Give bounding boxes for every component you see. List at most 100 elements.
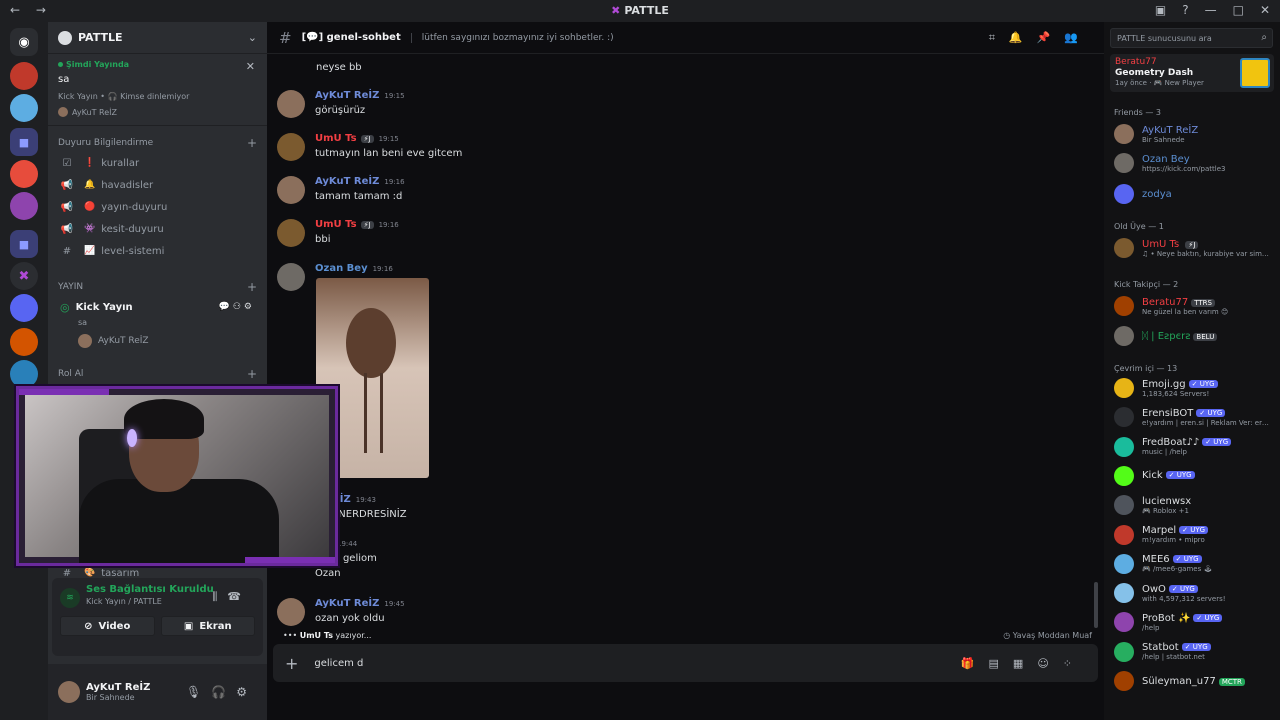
gift-icon[interactable]: 🎁	[961, 657, 989, 670]
server-icon[interactable]	[10, 328, 38, 356]
channel-level-sistemi[interactable]: # 📈 level-sistemi	[48, 240, 267, 262]
live-now-card[interactable]: Şimdi Yayında ✕ sa Kick Yayın • 🎧 Kimse …	[48, 54, 267, 126]
member-name: ProBot ✨ ✓ UYG	[1142, 613, 1270, 624]
channel-kurallar[interactable]: ☑ ❗ kurallar	[48, 152, 267, 174]
live-subtitle: Kick Yayın • 🎧 Kimse dinlemiyor	[58, 92, 190, 101]
server-icon[interactable]	[10, 294, 38, 322]
member-item[interactable]: Emoji.gg ✓ UYG 1,183,624 Servers!	[1114, 378, 1274, 398]
avatar[interactable]	[277, 133, 305, 161]
member-item[interactable]: zodya	[1114, 184, 1274, 204]
microphone-icon[interactable]: 🎙	[186, 685, 211, 699]
member-item[interactable]: Beratu77 TTRS Ne güzel la ben varım 😊	[1114, 296, 1274, 316]
pin-icon[interactable]: 📌	[1037, 31, 1065, 44]
member-category: Old Üye — 1	[1114, 222, 1164, 231]
apps-icon[interactable]: ⁘	[1063, 657, 1086, 670]
message-author[interactable]: AyKuT ReİZ	[315, 176, 379, 187]
category-duyuru[interactable]: Duyuru Bilgilendirme +	[48, 134, 267, 152]
inbox-icon[interactable]: ▣	[1155, 3, 1166, 17]
add-channel-icon[interactable]: +	[247, 280, 257, 294]
message-author[interactable]: Ozan Bey	[315, 263, 368, 274]
avatar[interactable]	[58, 681, 80, 703]
avatar[interactable]	[277, 598, 305, 626]
sticker-icon[interactable]: ▦	[1013, 657, 1037, 670]
message-author[interactable]: UmU Ts	[315, 133, 357, 144]
threads-icon[interactable]: ⌗	[989, 31, 1009, 44]
voice-channel-kick-yayin[interactable]: ◎ Kick Yayın 💬⚇⚙	[48, 296, 267, 318]
member-item[interactable]: ErensiBOT ✓ UYG e!yardım | eren.si | Rekla…	[1114, 407, 1274, 428]
message-input[interactable]: gelicem d	[314, 658, 960, 669]
channel-sidebar: PATTLE ⌄ Şimdi Yayında ✕ sa Kick Yayın •…	[48, 22, 267, 720]
app-badge: ✓ UYG	[1165, 471, 1195, 480]
message-author[interactable]: AyKuT ReİZ	[315, 598, 379, 609]
emoji-icon[interactable]: ☺	[1037, 657, 1062, 670]
avatar	[1114, 436, 1134, 457]
user-panel: AyKuT ReİZ Bir Sahnede 🎙🎧⚙	[48, 664, 267, 720]
channel-topic[interactable]: lütfen saygınızı bozmayınız iyi sohbetle…	[410, 32, 614, 43]
member-item[interactable]: MEE6 ✓ UYG 🎮 /mee6-games 🕹	[1114, 553, 1274, 574]
server-folder-icon[interactable]: ■	[10, 128, 38, 156]
member-item[interactable]: OwO ✓ UYG with 4,597,312 servers!	[1114, 583, 1274, 604]
bell-icon[interactable]: 🔔	[1009, 31, 1037, 44]
member-item[interactable]: Marpel ✓ UYG m!yardım • mipro	[1114, 524, 1274, 545]
server-search[interactable]: PATTLE sunucusunu ara ⌕	[1110, 28, 1273, 48]
avatar[interactable]	[277, 176, 305, 204]
server-header[interactable]: PATTLE ⌄	[48, 22, 267, 54]
activity-card[interactable]: Beratu77 Geometry Dash 1ay önce · 🎮 New …	[1110, 54, 1274, 92]
member-item[interactable]: Ozan Bey https://kick.com/pattle3	[1114, 153, 1274, 173]
server-icon[interactable]	[10, 360, 38, 388]
pattle-server-icon[interactable]: ✖	[10, 262, 38, 290]
member-item[interactable]: Kick ✓ UYG	[1114, 465, 1274, 486]
avatar[interactable]	[277, 219, 305, 247]
avatar[interactable]	[277, 263, 305, 291]
live-dot-icon	[58, 62, 63, 67]
gif-icon[interactable]: ▤	[989, 657, 1013, 670]
category-yayin[interactable]: YAYIN +	[48, 278, 267, 296]
channel-havadisler[interactable]: 📢 🔔 havadisler	[48, 174, 267, 196]
attach-plus-icon[interactable]: +	[285, 654, 298, 673]
avatar[interactable]	[277, 90, 305, 118]
member-item[interactable]: ProBot ✨ ✓ UYG/help	[1114, 612, 1274, 633]
headphones-icon[interactable]: 🎧	[211, 685, 236, 699]
close-icon[interactable]: ✕	[246, 60, 255, 73]
channel-yayin-duyuru[interactable]: 📢 🔴 yayın-duyuru	[48, 196, 267, 218]
gear-icon[interactable]: ⚙	[236, 685, 257, 699]
member-item[interactable]: AyKuT ReİZ Bir Sahnede	[1114, 124, 1274, 144]
member-item[interactable]: FredBoat♪♪ ✓ UYG music | /help	[1114, 436, 1274, 457]
member-item[interactable]: lucienwsx 🎮 Roblox +1	[1114, 495, 1274, 516]
discord-home-button[interactable]: ◉	[10, 28, 38, 56]
server-icon[interactable]	[10, 94, 38, 122]
disconnect-icon[interactable]: ☎	[227, 590, 251, 603]
video-button[interactable]: ⊘ Video	[60, 616, 155, 636]
message-author[interactable]: AyKuT ReİZ	[315, 90, 379, 101]
message-author[interactable]: UmU Ts	[315, 219, 357, 230]
members-icon[interactable]: 👥	[1064, 31, 1092, 44]
search-icon[interactable]: ⌕	[1261, 32, 1267, 43]
pattle-logo-icon: ✖	[611, 4, 621, 17]
minimize-button[interactable]: —	[1205, 3, 1217, 17]
add-channel-icon[interactable]: +	[247, 136, 257, 150]
signal-icon[interactable]: ≋	[60, 588, 80, 608]
chevron-down-icon[interactable]: ⌄	[248, 31, 257, 44]
close-button[interactable]: ✕	[1260, 3, 1270, 17]
voice-channel-actions[interactable]: 💬⚇⚙	[219, 302, 255, 312]
scrollbar[interactable]	[1094, 582, 1098, 628]
screen-share-button[interactable]: ▣ Ekran	[160, 616, 255, 636]
user-name[interactable]: AyKuT ReİZ	[86, 682, 150, 693]
help-icon[interactable]: ?	[1182, 3, 1188, 17]
category-rol-al[interactable]: Rol Al +	[48, 365, 267, 383]
server-folder-icon[interactable]: ■	[10, 230, 38, 258]
member-item[interactable]: Süleyman_u77 MCTR	[1114, 671, 1274, 691]
server-icon[interactable]	[10, 160, 38, 188]
maximize-button[interactable]: □	[1233, 3, 1244, 17]
member-item[interactable]: ᛞ | Eƨpєrƨ BELU	[1114, 326, 1274, 346]
member-name: ᛞ | Eƨpєrƨ BELU	[1142, 331, 1218, 342]
member-item[interactable]: Statbot ✓ UYG/help | statbot.net	[1114, 641, 1274, 662]
message-time: 19:16	[378, 221, 399, 229]
server-icon[interactable]	[10, 62, 38, 90]
server-icon[interactable]	[10, 192, 38, 220]
noise-suppression-icon[interactable]: ⫼	[212, 590, 227, 603]
add-channel-icon[interactable]: +	[247, 367, 257, 381]
member-item[interactable]: UmU Ts ⚡J ♫ • Neye baktın, kurabiye var s…	[1114, 238, 1274, 258]
voice-user[interactable]: AyKuT ReİZ	[48, 331, 267, 351]
channel-kesit-duyuru[interactable]: 📢 👾 kesit-duyuru	[48, 218, 267, 240]
